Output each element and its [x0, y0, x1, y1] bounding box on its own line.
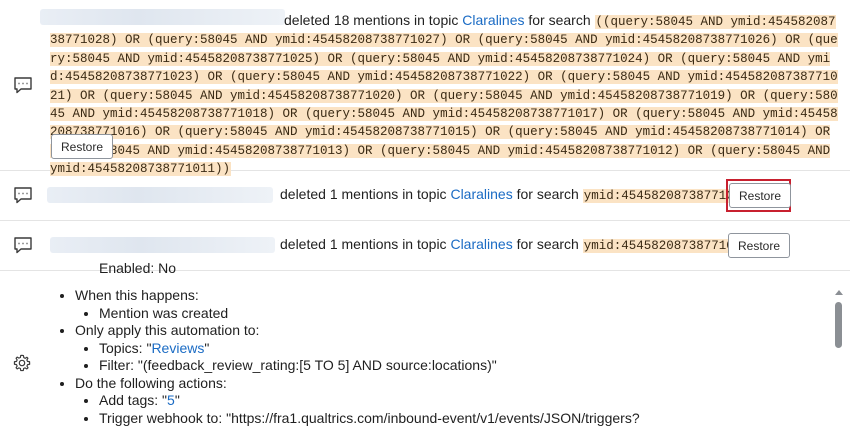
scrollbar[interactable] [835, 290, 843, 420]
trigger-item: Mention was created [99, 305, 640, 323]
filter-item: Filter: "(feedback_review_rating:[5 TO 5… [99, 357, 640, 375]
activity-description: deleted 1 mentions in topic Claralines f… [280, 186, 750, 205]
restore-button[interactable]: Restore [51, 134, 113, 159]
redacted-user [50, 237, 275, 253]
actions-section: Do the following actions: Add tags: "5" … [75, 375, 640, 427]
restore-button[interactable]: Restore [728, 233, 790, 258]
automation-details: Enabled: No When this happens: Mention w… [0, 271, 850, 425]
activity-description: deleted 18 mentions in topic Claralines … [50, 12, 840, 178]
enabled-status: Enabled: No [99, 260, 176, 277]
redacted-user [47, 187, 273, 203]
search-query: ((query:58045 AND ymid:45458208738771028… [50, 15, 838, 176]
activity-row: deleted 1 mentions in topic Claralines f… [0, 170, 850, 221]
comment-icon [13, 236, 33, 254]
scope-section: Only apply this automation to: Topics: "… [75, 322, 640, 375]
restore-button[interactable]: Restore [729, 183, 791, 208]
tag-link[interactable]: 5 [167, 392, 175, 408]
topic-link[interactable]: Claralines [462, 12, 524, 28]
search-query: ymid:45458208738771009 [583, 239, 750, 253]
scroll-up-icon[interactable] [835, 290, 843, 295]
topic-reviews-link[interactable]: Reviews [151, 340, 204, 356]
topics-item: Topics: "Reviews" [99, 340, 640, 358]
activity-description: deleted 1 mentions in topic Claralines f… [280, 236, 750, 255]
topic-link[interactable]: Claralines [450, 186, 512, 202]
trigger-section: When this happens: Mention was created [75, 287, 640, 322]
search-query: ymid:45458208738771010 [583, 189, 750, 203]
comment-icon [13, 186, 33, 204]
automation-list: When this happens: Mention was created O… [51, 287, 640, 427]
scroll-thumb[interactable] [835, 302, 842, 348]
webhook-item: Trigger webhook to: "https://fra1.qualtr… [99, 410, 640, 427]
gear-icon [13, 354, 31, 372]
tags-item: Add tags: "5" [99, 392, 640, 410]
activity-row: deleted 18 mentions in topic Claralines … [0, 0, 850, 171]
comment-icon [13, 76, 33, 94]
topic-link[interactable]: Claralines [450, 236, 512, 252]
